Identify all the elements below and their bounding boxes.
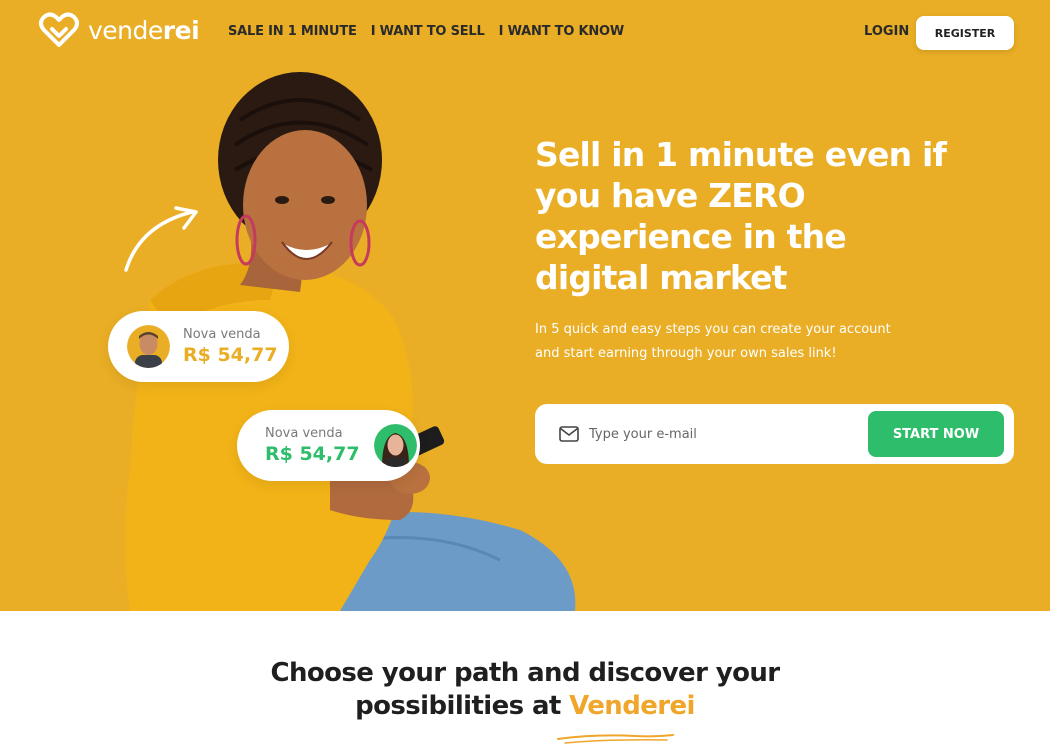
email-input[interactable] xyxy=(589,422,849,446)
nav-link-sale-in-1-minute[interactable]: SALE IN 1 MINUTE xyxy=(228,24,357,39)
logo[interactable]: venderei xyxy=(38,12,200,48)
logo-text: venderei xyxy=(88,15,200,45)
section-title-brand: Venderei xyxy=(569,691,695,721)
mail-icon xyxy=(559,426,579,442)
register-button[interactable]: REGISTER xyxy=(916,16,1014,50)
section-title: Choose your path and discover your possi… xyxy=(0,657,1050,723)
nav-link-i-want-to-sell[interactable]: I WANT TO SELL xyxy=(371,24,485,39)
nav-link-i-want-to-know[interactable]: I WANT TO KNOW xyxy=(499,24,625,39)
section-title-line2: possibilities at xyxy=(355,691,570,721)
hero-headline: Sell in 1 minute even if you have ZERO e… xyxy=(535,135,947,297)
section-title-line1: Choose your path and discover your xyxy=(270,658,780,688)
email-signup-form: START NOW xyxy=(535,404,1014,464)
notification-label: Nova venda xyxy=(265,425,343,441)
underline-squiggle-icon xyxy=(557,734,674,744)
hero-subtext: In 5 quick and easy steps you can create… xyxy=(535,322,891,361)
woman-with-phone-image xyxy=(124,72,576,611)
hero-section: venderei SALE IN 1 MINUTE I WANT TO SELL… xyxy=(0,0,1050,611)
heart-logo-icon xyxy=(39,12,79,47)
notification-amount: R$ 54,77 xyxy=(265,442,360,465)
sale-notification-card: Nova venda R$ 54,77 xyxy=(108,311,289,382)
sale-notification-card: Nova venda R$ 54,77 xyxy=(237,410,420,481)
notification-label: Nova venda xyxy=(183,326,261,342)
avatar xyxy=(127,325,170,368)
login-link[interactable]: LOGIN xyxy=(864,24,909,39)
main-nav: SALE IN 1 MINUTE I WANT TO SELL I WANT T… xyxy=(228,24,624,39)
avatar xyxy=(373,424,417,467)
notification-amount: R$ 54,77 xyxy=(183,343,278,366)
start-now-button[interactable]: START NOW xyxy=(868,411,1004,457)
